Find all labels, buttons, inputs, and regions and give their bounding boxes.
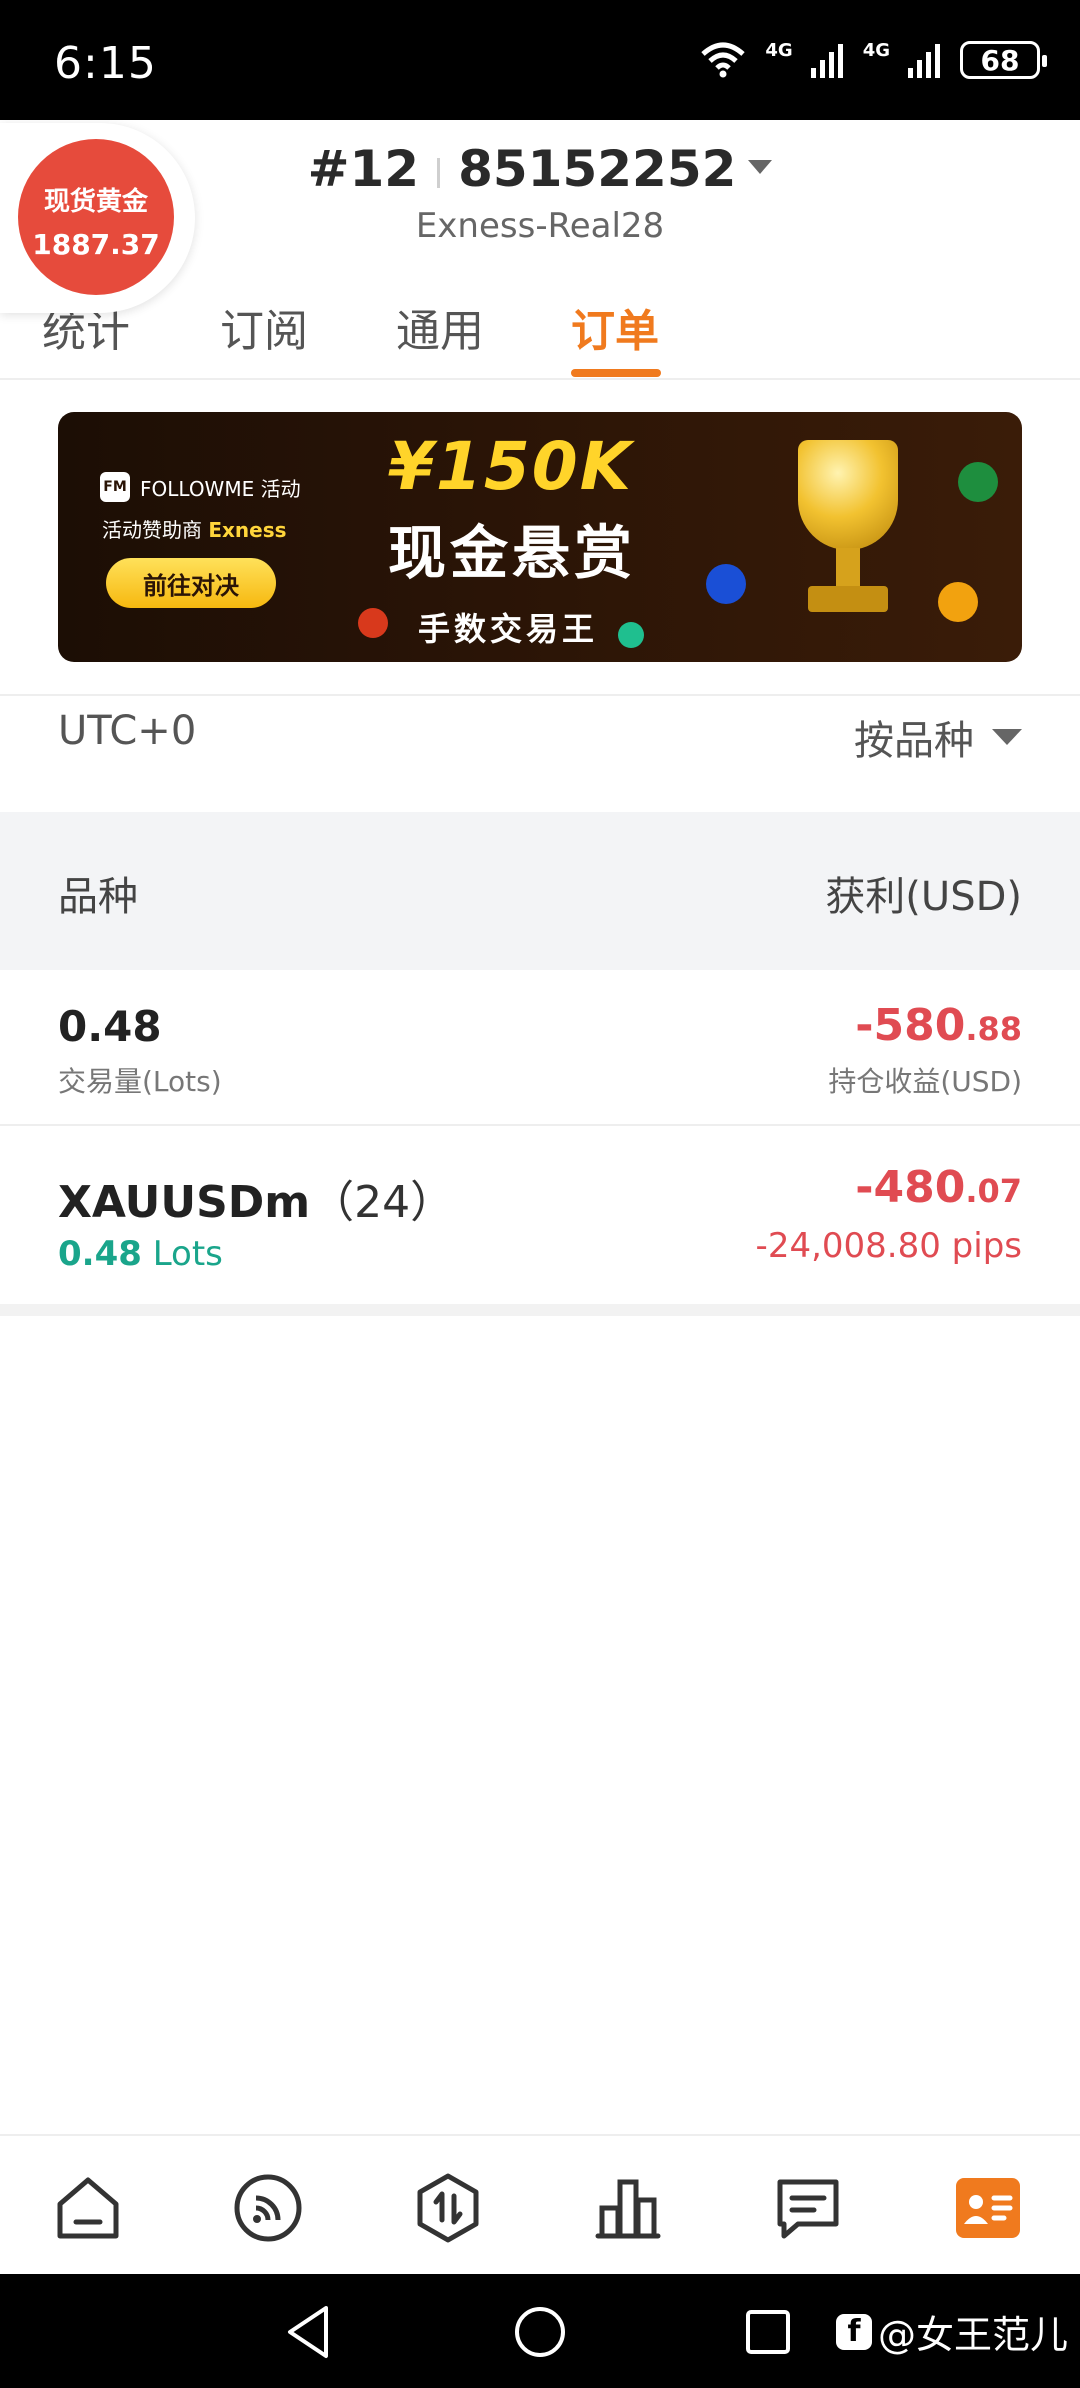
table-row[interactable]: XAUUSDm（24） 0.48 Lots -480.07 -24,008.80… <box>0 1126 1080 1316</box>
column-symbol: 品种 <box>58 874 138 920</box>
banner-brand: FM FOLLOWME 活动 <box>100 472 301 502</box>
system-nav-bar: f @女王范儿 <box>0 2274 1080 2388</box>
gold-price-badge[interactable]: 现货黄金 1887.37 <box>0 123 195 313</box>
total-profit-label: 持仓收益(USD) <box>828 1065 1022 1098</box>
followme-logo-icon: FM <box>100 472 130 502</box>
nav-profile-card-icon[interactable] <box>952 2172 1024 2244</box>
coin-icon <box>358 608 388 638</box>
lots-value: 0.48 <box>58 1234 142 1274</box>
status-time: 6:15 <box>54 38 157 89</box>
nav-message-icon[interactable] <box>772 2172 844 2244</box>
coin-icon <box>618 622 644 648</box>
position-symbol: XAUUSDm（24） <box>58 1166 454 1230</box>
total-profit-int: -580 <box>855 1000 966 1051</box>
trophy-icon <box>778 440 918 640</box>
coin-icon <box>706 564 746 604</box>
coin-icon <box>938 582 978 622</box>
lots-unit: Lots <box>152 1234 223 1274</box>
banner-cta-button[interactable]: 前往对决 <box>106 558 276 608</box>
caret-down-icon[interactable] <box>748 159 773 174</box>
gold-price-circle: 现货黄金 1887.37 <box>18 139 174 295</box>
network-type-1: 4G <box>765 39 793 61</box>
facebook-icon: f <box>835 2313 872 2350</box>
sponsor-prefix: 活动赞助商 <box>102 518 202 542</box>
banner-title: 现金悬赏 <box>388 519 637 587</box>
symbol-name: XAUUSDm <box>58 1177 311 1228</box>
total-profit: -580.88 <box>855 1000 1022 1051</box>
signal-icon <box>908 44 940 78</box>
timezone-label: UTC+0 <box>58 708 197 754</box>
nav-feed-icon[interactable] <box>232 2172 304 2244</box>
column-profit: 获利(USD) <box>825 874 1022 920</box>
account-prefix: #12 <box>307 140 420 198</box>
signal-icon <box>810 44 843 78</box>
tab-general[interactable]: 通用 <box>396 295 484 359</box>
network-type-2: 4G <box>862 39 890 61</box>
coin-icon <box>958 462 998 502</box>
banner-brand-text: FOLLOWME 活动 <box>140 476 301 501</box>
battery-level: 68 <box>980 43 1020 77</box>
summary-row: 0.48 交易量(Lots) -580.88 持仓收益(USD) <box>0 970 1080 1126</box>
position-profit-dec: .07 <box>965 1172 1022 1210</box>
tab-subscription[interactable]: 订阅 <box>220 295 308 359</box>
active-tab-indicator <box>571 369 661 377</box>
wifi-icon <box>701 42 746 78</box>
watermark-text: @女王范儿 <box>877 2313 1068 2357</box>
banner-amount: ¥150K <box>388 428 633 505</box>
nav-home-icon[interactable] <box>52 2172 124 2244</box>
back-icon[interactable] <box>282 2302 334 2362</box>
nav-ranking-icon[interactable] <box>592 2172 664 2244</box>
bottom-nav <box>0 2134 1080 2274</box>
status-icons: 4G 4G 68 <box>699 36 1047 84</box>
total-profit-dec: .88 <box>965 1010 1022 1048</box>
recents-icon[interactable] <box>742 2302 794 2362</box>
group-by-dropdown[interactable]: 按品种 <box>854 708 1022 766</box>
dropdown-arrow-icon <box>992 729 1022 745</box>
position-pips: -24,008.80 pips <box>755 1226 1022 1266</box>
order-count: （24） <box>310 1177 455 1228</box>
position-profit: -480.07 <box>855 1162 1022 1213</box>
sponsor-name: Exness <box>208 518 287 542</box>
total-volume: 0.48 <box>58 1002 162 1051</box>
account-number: 85152252 <box>458 140 737 198</box>
tab-orders[interactable]: 订单 <box>571 295 659 359</box>
battery-icon: 68 <box>960 41 1047 79</box>
position-profit-int: -480 <box>855 1162 966 1213</box>
status-bar: 6:15 4G 4G 68 <box>0 0 1080 120</box>
table-header: 品种 获利(USD) <box>0 812 1080 970</box>
group-by-label: 按品种 <box>854 718 974 764</box>
gold-price: 1887.37 <box>32 228 160 261</box>
home-circle-icon[interactable] <box>512 2302 568 2362</box>
nav-trade-icon[interactable] <box>412 2172 484 2244</box>
gold-label: 现货黄金 <box>43 187 148 217</box>
position-lots: 0.48 Lots <box>58 1234 223 1274</box>
tab-bar: 统计 订阅 通用 订单 <box>0 285 1080 380</box>
watermark: f @女王范儿 <box>835 2304 1068 2359</box>
promo-banner[interactable]: FM FOLLOWME 活动 活动赞助商 Exness 前往对决 ¥150K 现… <box>58 412 1022 662</box>
total-volume-label: 交易量(Lots) <box>58 1065 222 1098</box>
banner-subtitle: 手数交易王 <box>418 610 599 648</box>
divider <box>437 157 441 188</box>
filter-row: UTC+0 按品种 <box>0 694 1080 812</box>
banner-sponsor: 活动赞助商 Exness <box>102 514 287 543</box>
